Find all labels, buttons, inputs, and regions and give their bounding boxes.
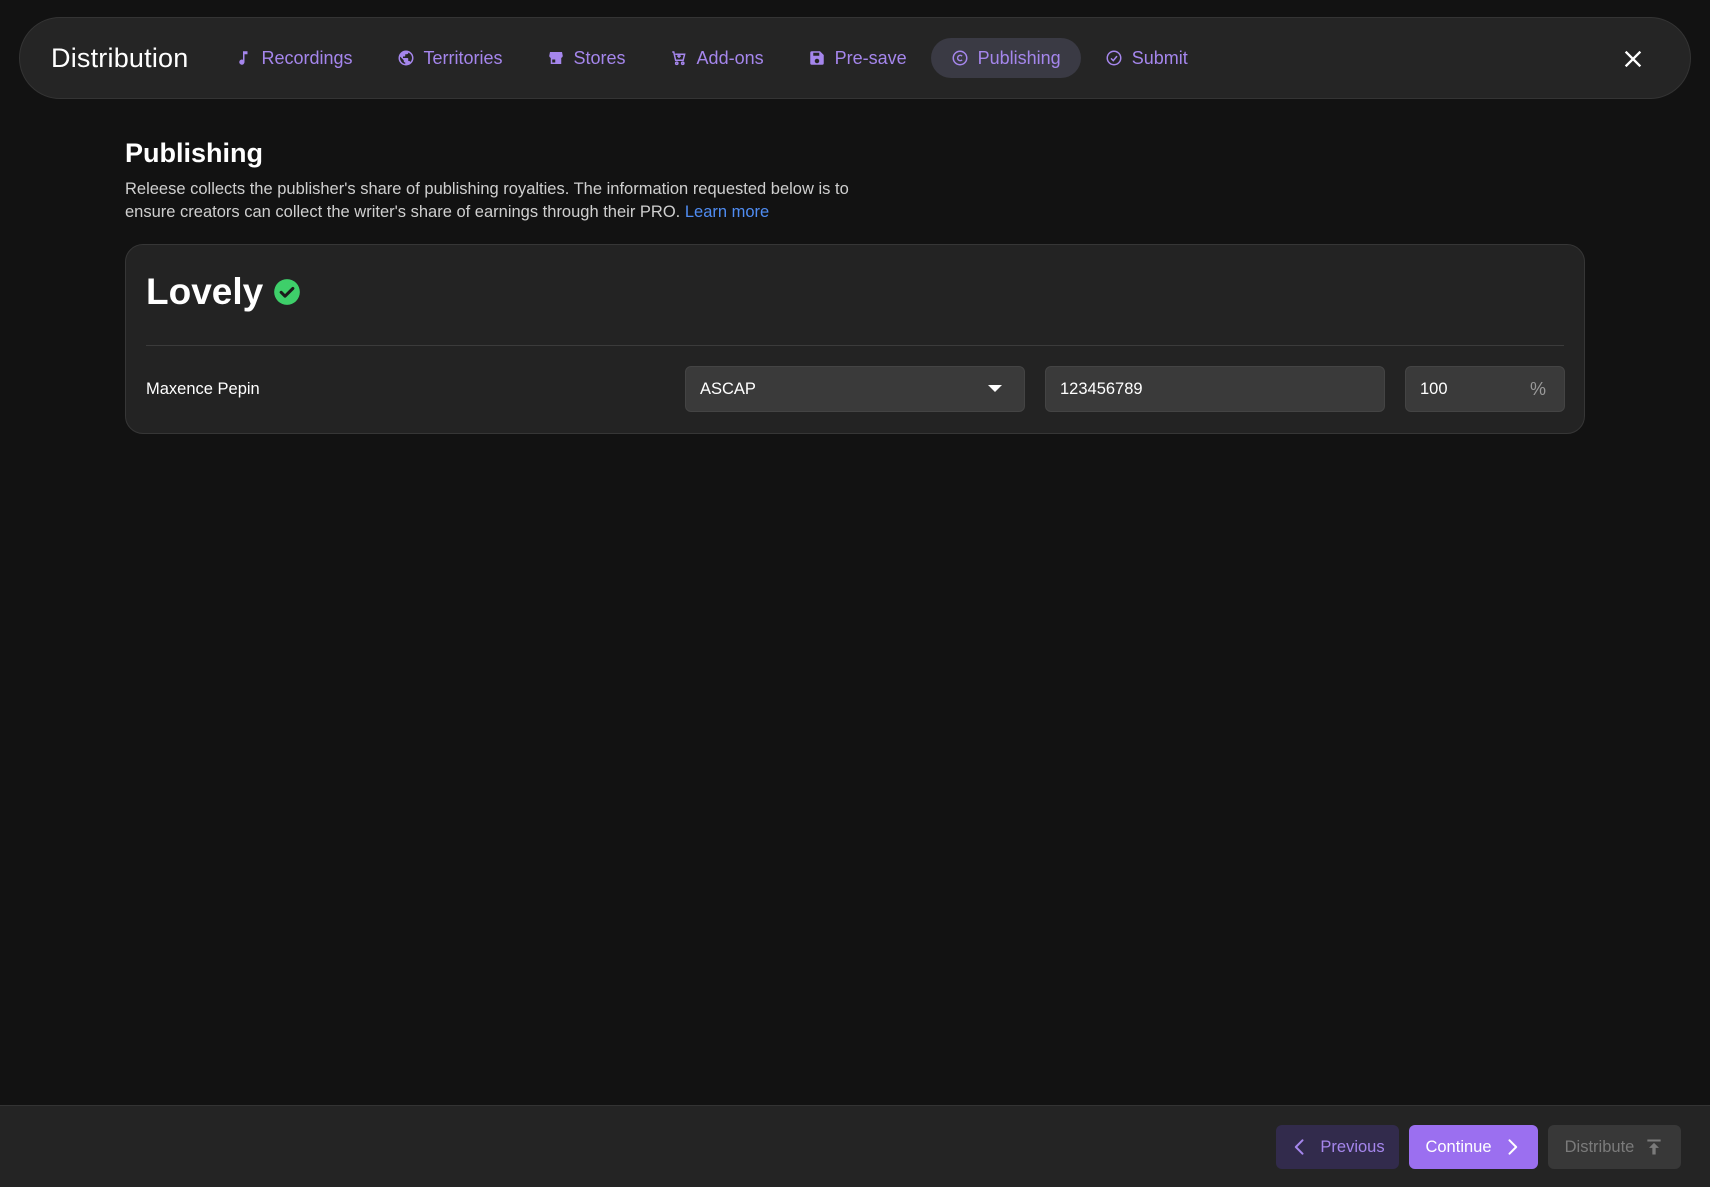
track-title: Lovely bbox=[146, 271, 264, 312]
share-percentage-input[interactable] bbox=[1406, 367, 1516, 411]
verified-check-icon bbox=[273, 278, 301, 306]
step-tabs: Recordings Territories Stores Add-ons Pr… bbox=[214, 38, 1207, 78]
continue-label: Continue bbox=[1425, 1137, 1492, 1156]
pro-select-value: ASCAP bbox=[700, 379, 756, 398]
section-description: Releese collects the publisher's share o… bbox=[125, 178, 885, 224]
tab-pre-save[interactable]: Pre-save bbox=[788, 38, 927, 78]
section-title: Publishing bbox=[125, 138, 263, 168]
card-divider bbox=[146, 345, 1564, 346]
top-navigation-bar: Distribution Recordings Territories Stor… bbox=[19, 17, 1691, 99]
tab-territories[interactable]: Territories bbox=[377, 38, 523, 78]
previous-label: Previous bbox=[1320, 1137, 1385, 1156]
tab-label: Submit bbox=[1131, 47, 1188, 68]
footer-bar: Previous Continue Distribute bbox=[0, 1105, 1710, 1187]
close-icon bbox=[1624, 50, 1642, 68]
distribute-button[interactable]: Distribute bbox=[1548, 1125, 1681, 1169]
tab-submit[interactable]: Submit bbox=[1085, 38, 1208, 78]
learn-more-link[interactable]: Learn more bbox=[685, 203, 769, 221]
tab-label: Publishing bbox=[977, 47, 1061, 68]
publishing-section: Publishing Releese collects the publishe… bbox=[125, 138, 1585, 434]
chevron-left-icon bbox=[1295, 1139, 1304, 1155]
track-card: Lovely Maxence Pepin ASCAP 123456789 100… bbox=[125, 244, 1585, 434]
pro-select[interactable]: ASCAP bbox=[685, 366, 1025, 412]
cart-icon bbox=[671, 51, 686, 66]
track-header: Lovely bbox=[146, 271, 301, 313]
chevron-down-icon bbox=[988, 385, 1002, 392]
store-icon bbox=[548, 52, 563, 64]
tab-label: Add-ons bbox=[696, 47, 764, 68]
copyright-icon bbox=[952, 50, 968, 66]
tab-label: Pre-save bbox=[834, 47, 907, 68]
tab-label: Recordings bbox=[261, 47, 353, 68]
upload-icon bbox=[1647, 1139, 1662, 1155]
share-field: % bbox=[1405, 366, 1565, 412]
tab-stores[interactable]: Stores bbox=[527, 38, 646, 78]
writer-name: Maxence Pepin bbox=[146, 380, 260, 398]
previous-button[interactable]: Previous bbox=[1276, 1125, 1399, 1169]
close-button[interactable] bbox=[1616, 42, 1650, 76]
writer-row: Maxence Pepin ASCAP % bbox=[146, 366, 1565, 412]
ipi-number-input[interactable] bbox=[1045, 366, 1385, 412]
tab-label: Stores bbox=[573, 47, 626, 68]
continue-button[interactable]: Continue bbox=[1409, 1125, 1538, 1169]
chevron-right-icon bbox=[1508, 1139, 1517, 1155]
percent-sign: % bbox=[1529, 379, 1546, 399]
tab-add-ons[interactable]: Add-ons bbox=[650, 38, 784, 78]
page-title: Distribution bbox=[51, 42, 189, 73]
tab-recordings[interactable]: Recordings bbox=[214, 38, 372, 78]
save-icon bbox=[809, 51, 824, 65]
music-note-icon bbox=[239, 51, 248, 65]
globe-icon bbox=[398, 50, 413, 66]
tab-label: Territories bbox=[423, 47, 503, 68]
distribute-label: Distribute bbox=[1564, 1137, 1635, 1156]
distribution-page: Distribution Recordings Territories Stor… bbox=[0, 0, 1710, 1187]
tab-publishing[interactable]: Publishing bbox=[930, 38, 1081, 78]
check-circle-icon bbox=[1106, 50, 1122, 66]
